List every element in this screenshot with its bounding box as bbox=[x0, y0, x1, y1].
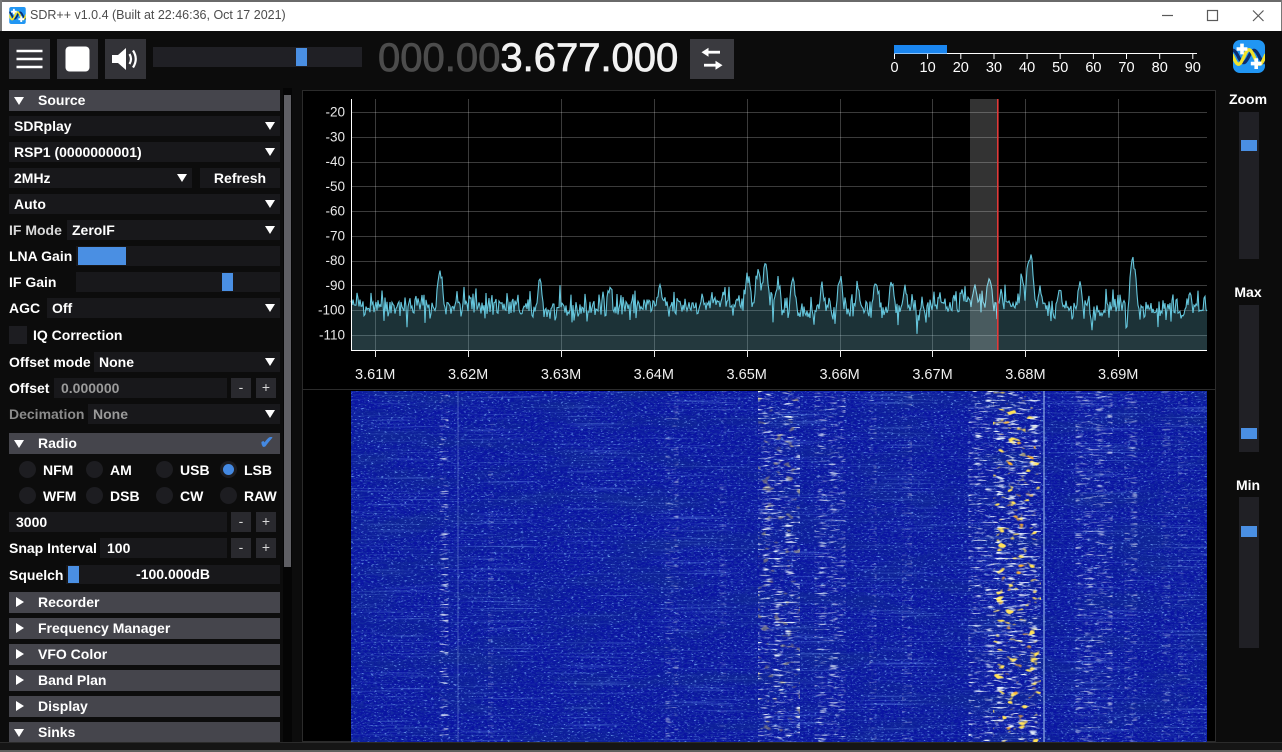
svg-text:3.61M: 3.61M bbox=[355, 367, 395, 383]
svg-text:3.68M: 3.68M bbox=[1005, 367, 1045, 383]
svg-text:50: 50 bbox=[1052, 60, 1068, 76]
svg-text:3.65M: 3.65M bbox=[727, 367, 767, 383]
svg-text:3.69M: 3.69M bbox=[1098, 367, 1138, 383]
svg-text:3.63M: 3.63M bbox=[541, 367, 581, 383]
svg-text:20: 20 bbox=[953, 60, 969, 76]
svg-text:-30: -30 bbox=[325, 129, 345, 144]
svg-text:-90: -90 bbox=[325, 278, 345, 293]
svg-text:70: 70 bbox=[1118, 60, 1134, 76]
svg-text:90: 90 bbox=[1185, 60, 1201, 76]
svg-text:60: 60 bbox=[1085, 60, 1101, 76]
svg-text:3.67M: 3.67M bbox=[912, 367, 952, 383]
svg-text:-100: -100 bbox=[318, 303, 345, 318]
svg-text:-50: -50 bbox=[325, 179, 345, 194]
svg-text:-20: -20 bbox=[325, 105, 345, 120]
svg-text:3.62M: 3.62M bbox=[448, 367, 488, 383]
svg-text:-60: -60 bbox=[325, 204, 345, 219]
svg-text:-70: -70 bbox=[325, 228, 345, 243]
svg-text:40: 40 bbox=[1019, 60, 1035, 76]
svg-text:3.64M: 3.64M bbox=[634, 367, 674, 383]
svg-text:0: 0 bbox=[890, 60, 898, 76]
svg-text:-40: -40 bbox=[325, 154, 345, 169]
svg-text:-110: -110 bbox=[319, 328, 345, 343]
svg-text:80: 80 bbox=[1152, 60, 1168, 76]
svg-text:-80: -80 bbox=[325, 253, 345, 268]
svg-text:10: 10 bbox=[920, 60, 936, 76]
svg-text:30: 30 bbox=[986, 60, 1002, 76]
svg-text:3.66M: 3.66M bbox=[819, 367, 859, 383]
